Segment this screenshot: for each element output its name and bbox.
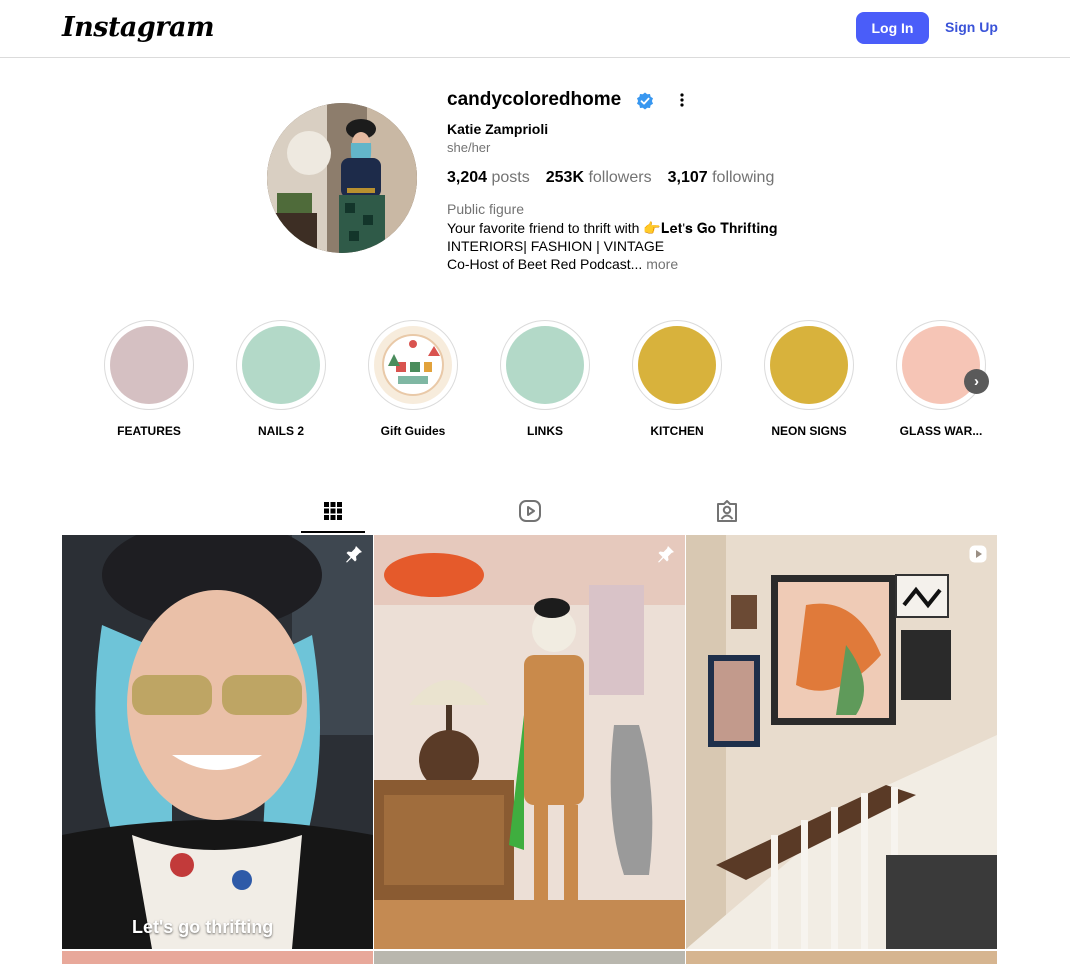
grid-icon — [324, 502, 342, 520]
tab-posts[interactable] — [319, 497, 347, 525]
verified-badge-icon — [637, 92, 653, 110]
profile-pronouns: she/her — [447, 140, 491, 155]
post-thumbnail[interactable] — [686, 951, 997, 964]
tab-tagged[interactable] — [713, 497, 741, 525]
highlight-neon-signs[interactable]: NEON SIGNS — [764, 320, 854, 438]
bio-line: INTERIORS| FASHION | VINTAGE — [447, 238, 665, 254]
followers-stat[interactable]: 253K followers — [546, 169, 652, 187]
pin-icon — [658, 546, 674, 563]
chevron-right-icon[interactable]: › — [964, 369, 989, 394]
tagged-icon — [717, 500, 737, 522]
top-nav-bar: Instagram Log In Sign Up — [0, 0, 1070, 58]
post-thumbnail[interactable] — [374, 951, 685, 964]
profile-username: candycoloredhome — [447, 89, 622, 110]
highlight-label: Gift Guides — [380, 424, 446, 438]
more-options-icon[interactable] — [672, 90, 692, 110]
instagram-logo[interactable]: Instagram — [62, 12, 215, 43]
avatar-photo — [267, 103, 417, 253]
highlight-label: NEON SIGNS — [771, 424, 847, 438]
highlight-label: GLASS WAR... — [899, 424, 983, 438]
bio-more-link[interactable]: more — [646, 256, 678, 272]
bio-line: Co-Host of Beet Red Podcast... more — [447, 256, 679, 272]
following-stat[interactable]: 3,107 following — [668, 169, 775, 187]
profile-category: Public figure — [447, 201, 525, 217]
highlight-label: KITCHEN — [650, 424, 704, 438]
post-thumbnail[interactable]: Let's go thrifting — [62, 535, 373, 949]
highlight-gift-guides[interactable]: Gift Guides — [368, 320, 458, 438]
login-button[interactable]: Log In — [856, 12, 929, 44]
pin-icon — [346, 546, 362, 563]
highlight-features[interactable]: FEATURES — [104, 320, 194, 438]
profile-stats: 3,204 posts 253K followers 3,107 followi… — [447, 169, 774, 187]
highlight-kitchen[interactable]: KITCHEN — [632, 320, 722, 438]
post-caption: Let's go thrifting — [132, 917, 274, 937]
highlight-label: FEATURES — [117, 424, 181, 438]
profile-full-name: Katie Zamprioli — [447, 121, 549, 137]
post-image — [374, 535, 685, 949]
posts-count-stat: 3,204 posts — [447, 169, 530, 186]
highlight-label: NAILS 2 — [257, 424, 304, 438]
post-thumbnail[interactable] — [62, 951, 373, 964]
post-thumbnail[interactable] — [686, 535, 997, 949]
post-image — [686, 535, 997, 949]
post-thumbnail[interactable] — [374, 535, 685, 949]
reel-icon — [969, 545, 987, 563]
post-image — [62, 535, 373, 949]
profile-bio: Your favorite friend to thrift with 👉𝐋𝐞𝐭… — [447, 219, 777, 273]
active-tab-indicator — [301, 531, 365, 533]
gift-guide-thumbnail — [374, 326, 452, 404]
highlight-label: LINKS — [527, 424, 563, 438]
signup-link[interactable]: Sign Up — [945, 19, 998, 35]
profile-avatar[interactable] — [267, 103, 417, 253]
tab-reels[interactable] — [516, 497, 544, 525]
highlight-nails-2[interactable]: NAILS 2 — [236, 320, 326, 438]
bio-line: Your favorite friend to thrift with 👉𝐋𝐞𝐭… — [447, 220, 778, 236]
reels-icon — [519, 500, 541, 522]
highlight-links[interactable]: LINKS — [500, 320, 590, 438]
